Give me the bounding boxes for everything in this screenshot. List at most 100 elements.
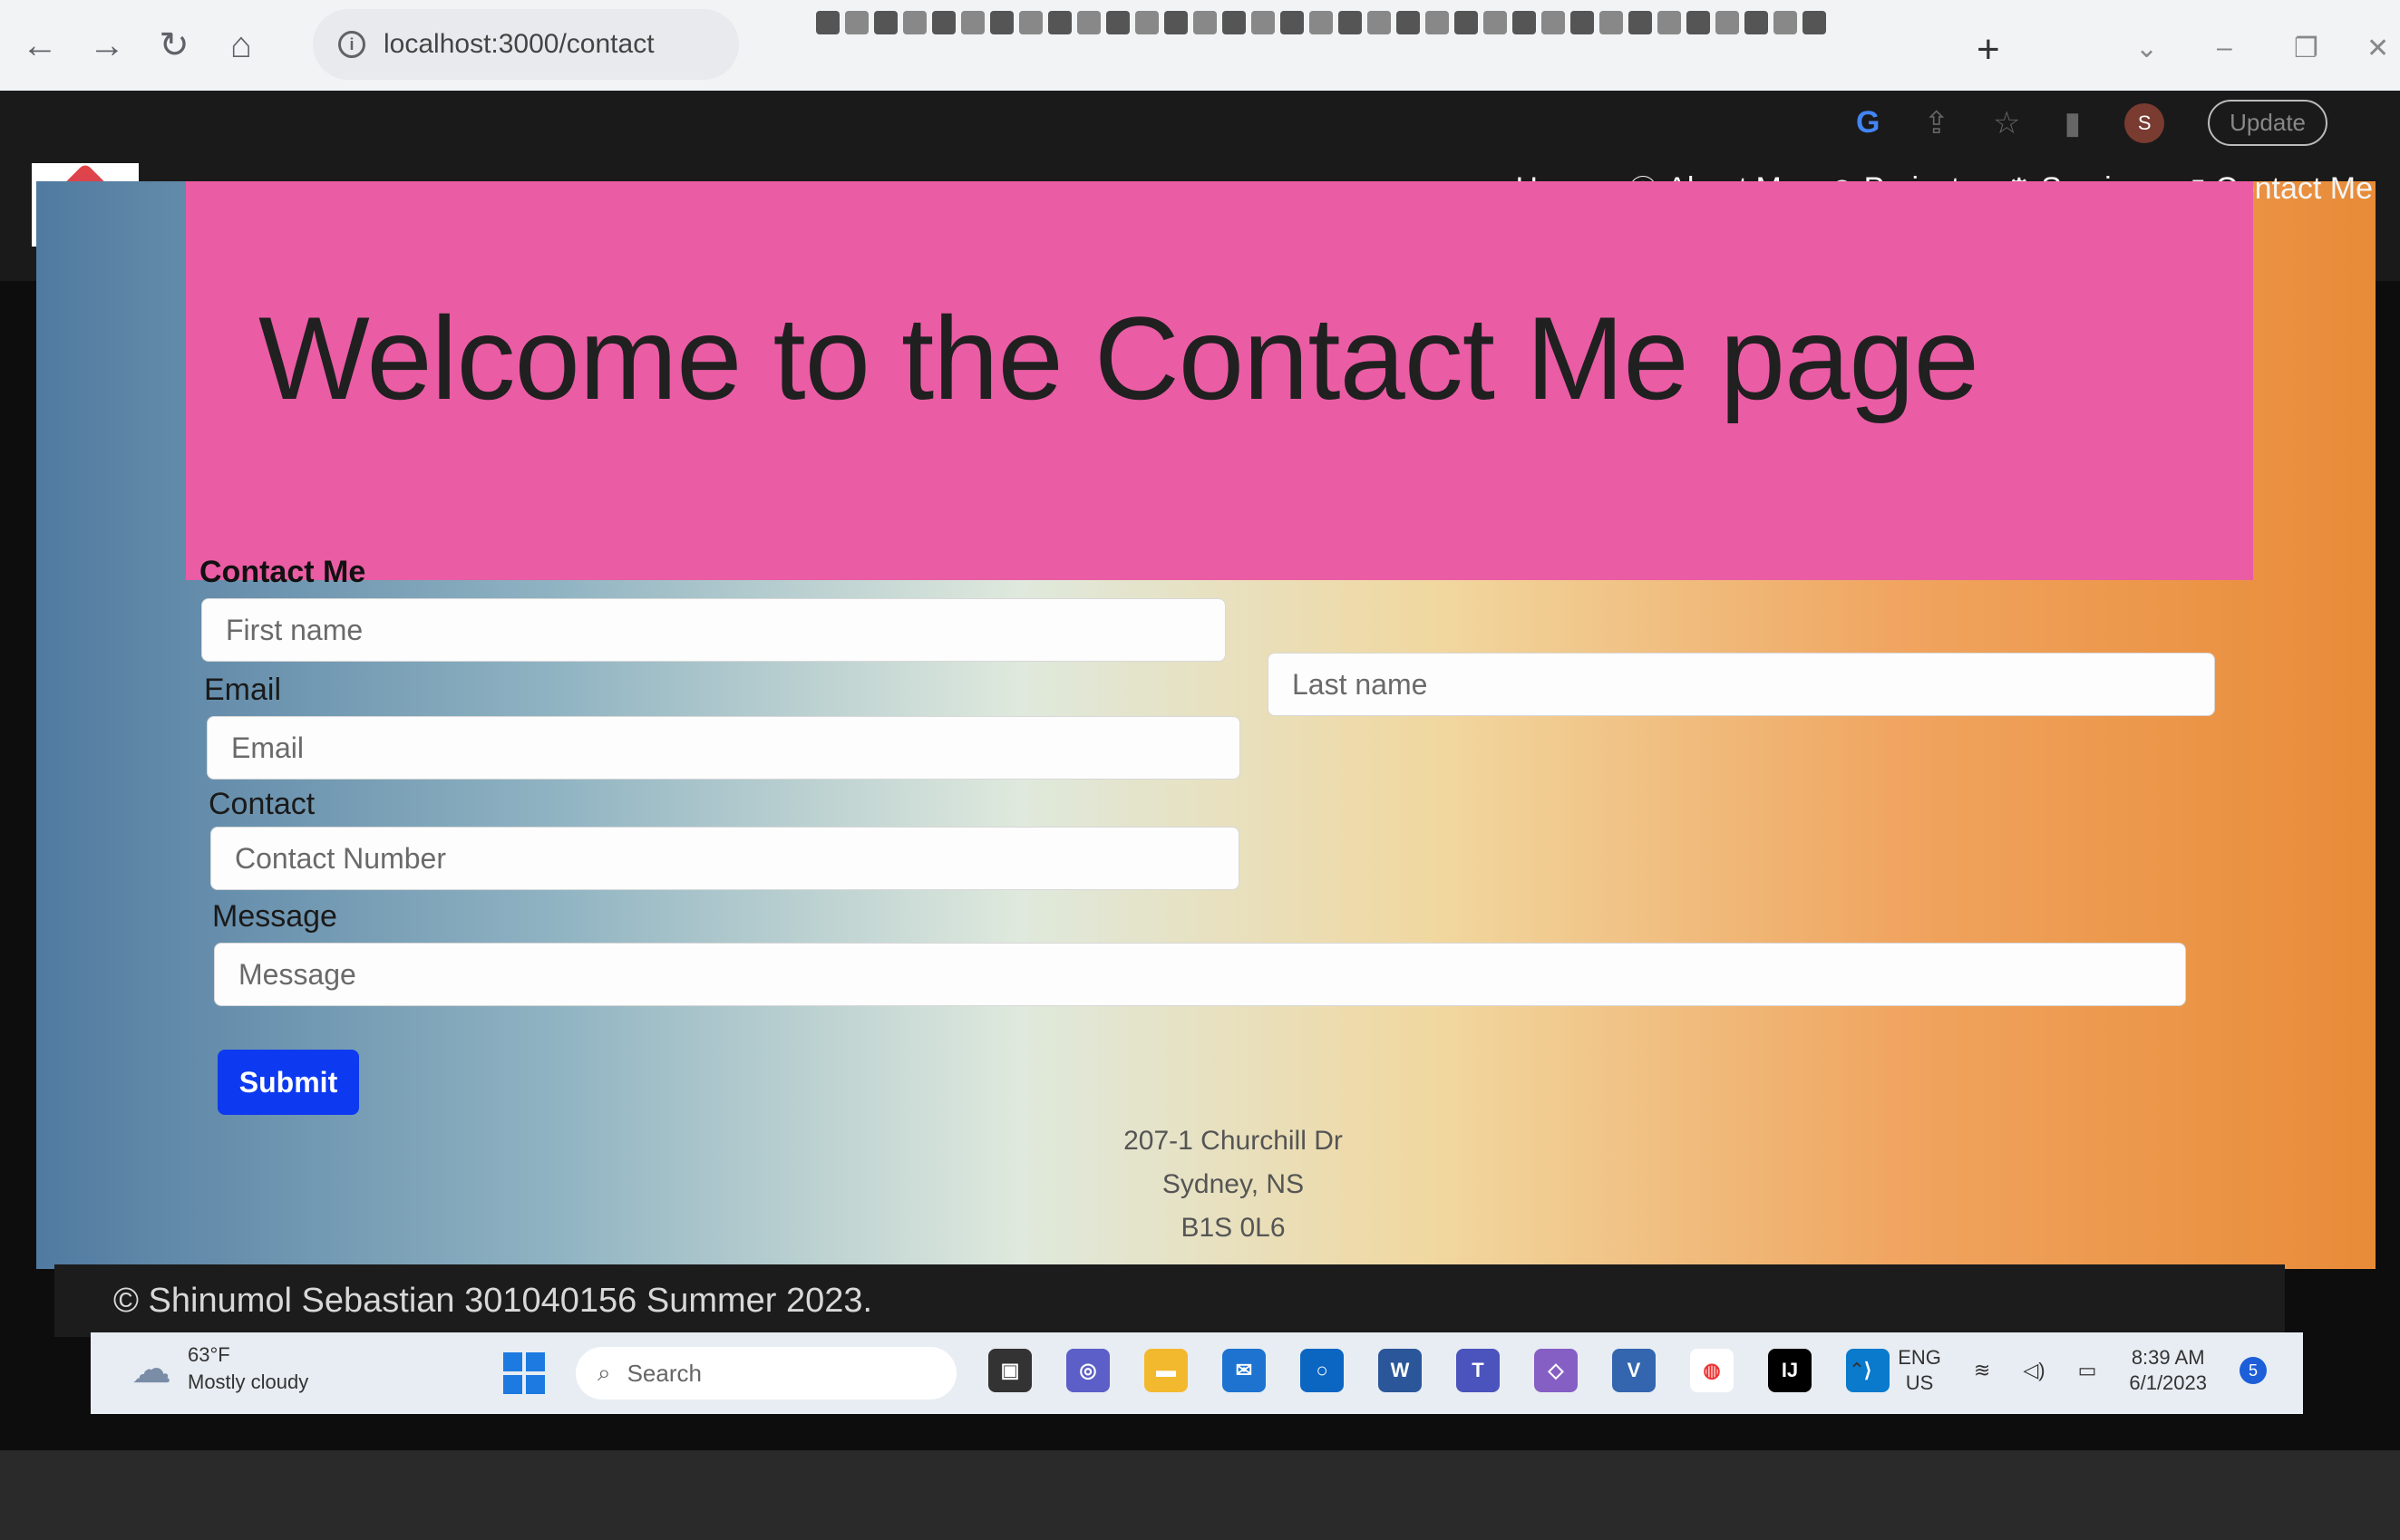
tab-favicon-icon[interactable] bbox=[1570, 11, 1594, 34]
dell-icon[interactable]: ○ bbox=[1300, 1349, 1344, 1392]
language-indicator[interactable]: ENG US bbox=[1898, 1345, 1941, 1396]
tab-favicon-icon[interactable] bbox=[990, 11, 1014, 34]
wifi-icon[interactable]: ≋ bbox=[1974, 1359, 1990, 1382]
tab-favicon-icon[interactable] bbox=[1599, 11, 1623, 34]
notification-badge[interactable]: 5 bbox=[2240, 1357, 2267, 1384]
url-text: localhost:3000/contact bbox=[384, 29, 655, 59]
first-name-input[interactable]: First name bbox=[201, 598, 1226, 662]
search-placeholder: Search bbox=[627, 1359, 702, 1387]
tab-favicon-icon[interactable] bbox=[1802, 11, 1826, 34]
tab-favicon-icon[interactable] bbox=[1396, 11, 1420, 34]
tab-favicon-icon[interactable] bbox=[1106, 11, 1130, 34]
windows-logo-icon bbox=[503, 1352, 522, 1371]
file-explorer-icon[interactable]: ▬ bbox=[1144, 1349, 1188, 1392]
browser-extension-area: G ⇪ ☆ ▮ S Update bbox=[1856, 100, 2327, 146]
tab-favicon-icon[interactable] bbox=[1715, 11, 1739, 34]
tab-favicon-icon[interactable] bbox=[1425, 11, 1449, 34]
clock[interactable]: 8:39 AM 6/1/2023 bbox=[2129, 1345, 2207, 1396]
tab-favicon-icon[interactable] bbox=[932, 11, 956, 34]
tab-favicon-icon[interactable] bbox=[1773, 11, 1797, 34]
message-label: Message bbox=[212, 899, 337, 934]
cloud-icon: ☁ bbox=[131, 1346, 171, 1391]
share-icon[interactable]: ⇪ bbox=[1923, 105, 1949, 141]
pinned-apps: ▣ ◎ ▬ ✉ ○ W T ◇ V ◍ IJ ⟩ bbox=[988, 1349, 1890, 1392]
home-browser-icon[interactable]: ⌂ bbox=[214, 18, 268, 73]
reload-icon[interactable]: ↻ bbox=[147, 18, 201, 73]
vs-purple-icon[interactable]: V bbox=[1612, 1349, 1656, 1392]
tab-search-icon[interactable]: ⌄ bbox=[2135, 33, 2158, 64]
address-line: Sydney, NS bbox=[1161, 1169, 1305, 1199]
google-icon[interactable]: G bbox=[1856, 105, 1880, 140]
tab-favicon-icon[interactable] bbox=[1077, 11, 1101, 34]
tab-favicon-icon[interactable] bbox=[1367, 11, 1391, 34]
lang-bottom: US bbox=[1905, 1371, 1934, 1394]
email-label: Email bbox=[204, 673, 282, 707]
tab-favicon-icon[interactable] bbox=[1686, 11, 1710, 34]
email-input[interactable]: Email bbox=[207, 716, 1240, 780]
tab-favicon-icon[interactable] bbox=[1541, 11, 1565, 34]
start-button[interactable] bbox=[503, 1352, 545, 1394]
tab-favicon-icon[interactable] bbox=[845, 11, 869, 34]
tab-favicon-icon[interactable] bbox=[1628, 11, 1652, 34]
word-icon[interactable]: W bbox=[1378, 1349, 1422, 1392]
chat-icon[interactable]: ◎ bbox=[1066, 1349, 1110, 1392]
taskbar-search[interactable]: ⌕ Search bbox=[576, 1347, 957, 1400]
tab-favicon-icon[interactable] bbox=[1193, 11, 1217, 34]
address-bar[interactable]: i localhost:3000/contact bbox=[313, 9, 739, 80]
tab-favicon-icon[interactable] bbox=[874, 11, 898, 34]
tab-favicon-icon[interactable] bbox=[1512, 11, 1536, 34]
contact-number-input[interactable]: Contact Number bbox=[210, 827, 1239, 890]
chrome-icon[interactable]: ◍ bbox=[1690, 1349, 1734, 1392]
minimize-icon[interactable]: – bbox=[2217, 33, 2232, 63]
volume-icon[interactable]: ◁) bbox=[2023, 1359, 2045, 1382]
lang-top: ENG bbox=[1898, 1346, 1941, 1369]
mail-icon[interactable]: ✉ bbox=[1222, 1349, 1266, 1392]
chevron-up-icon[interactable]: ⌃ bbox=[1849, 1359, 1865, 1382]
tab-favicon-icon[interactable] bbox=[1019, 11, 1043, 34]
visual-studio-icon[interactable]: ◇ bbox=[1534, 1349, 1578, 1392]
close-icon[interactable]: ✕ bbox=[2366, 33, 2389, 64]
tab-favicon-icon[interactable] bbox=[1483, 11, 1507, 34]
tab-favicon-icon[interactable] bbox=[816, 11, 840, 34]
address-block: 207-1 Churchill Dr Sydney, NS B1S 0L6 bbox=[1052, 1119, 1414, 1250]
footer-text: © Shinumol Sebastian 301040156 Summer 20… bbox=[113, 1281, 873, 1320]
intellij-icon[interactable]: IJ bbox=[1768, 1349, 1812, 1392]
weather-temp: 63°F bbox=[188, 1343, 230, 1366]
new-tab-button[interactable]: + bbox=[1977, 27, 2000, 73]
tab-favicon-icon[interactable] bbox=[1309, 11, 1333, 34]
battery-icon[interactable]: ▭ bbox=[2078, 1359, 2097, 1382]
submit-button[interactable]: Submit bbox=[218, 1050, 359, 1115]
address-line: B1S 0L6 bbox=[1181, 1213, 1286, 1243]
task-view-icon[interactable]: ▣ bbox=[988, 1349, 1032, 1392]
tab-favicon-icon[interactable] bbox=[1251, 11, 1275, 34]
laptop-bezel bbox=[0, 1450, 2400, 1540]
forward-icon[interactable]: → bbox=[80, 18, 134, 73]
tab-favicon-icon[interactable] bbox=[1338, 11, 1362, 34]
back-icon[interactable]: ← bbox=[13, 18, 67, 73]
profile-avatar[interactable]: S bbox=[2124, 102, 2165, 143]
tab-favicon-icon[interactable] bbox=[961, 11, 985, 34]
tab-favicon-icon[interactable] bbox=[1222, 11, 1246, 34]
tab-favicon-icon[interactable] bbox=[1280, 11, 1304, 34]
system-tray: ⌃ ENG US ≋ ◁) ▭ 8:39 AM 6/1/2023 5 bbox=[1849, 1345, 2267, 1396]
tab-favicon-icon[interactable] bbox=[1048, 11, 1072, 34]
maximize-icon[interactable]: ❐ bbox=[2294, 33, 2318, 64]
tab-favicon-icon[interactable] bbox=[1744, 11, 1768, 34]
tab-favicon-icon[interactable] bbox=[1657, 11, 1681, 34]
tab-favicon-icon[interactable] bbox=[903, 11, 927, 34]
bookmark-star-icon[interactable]: ☆ bbox=[1993, 105, 2020, 141]
last-name-input[interactable]: Last name bbox=[1268, 653, 2215, 716]
teams-icon[interactable]: T bbox=[1456, 1349, 1500, 1392]
tab-favicon-icon[interactable] bbox=[1135, 11, 1159, 34]
laptop-screen: ← → ↻ ⌂ i localhost:3000/contact + ⌄ – ❐… bbox=[0, 0, 2400, 1540]
update-button[interactable]: Update bbox=[2208, 100, 2327, 146]
message-input[interactable]: Message bbox=[214, 943, 2186, 1006]
clock-time: 8:39 AM bbox=[2131, 1346, 2205, 1369]
tab-favicon-icon[interactable] bbox=[1164, 11, 1188, 34]
side-panel-icon[interactable]: ▮ bbox=[2064, 105, 2081, 141]
weather-widget[interactable]: ☁ 63°F Mostly cloudy bbox=[131, 1341, 308, 1396]
site-info-icon[interactable]: i bbox=[338, 31, 365, 58]
welcome-banner: Welcome to the Contact Me page bbox=[186, 181, 2253, 580]
contact-label: Contact bbox=[209, 787, 316, 821]
tab-favicon-icon[interactable] bbox=[1454, 11, 1478, 34]
